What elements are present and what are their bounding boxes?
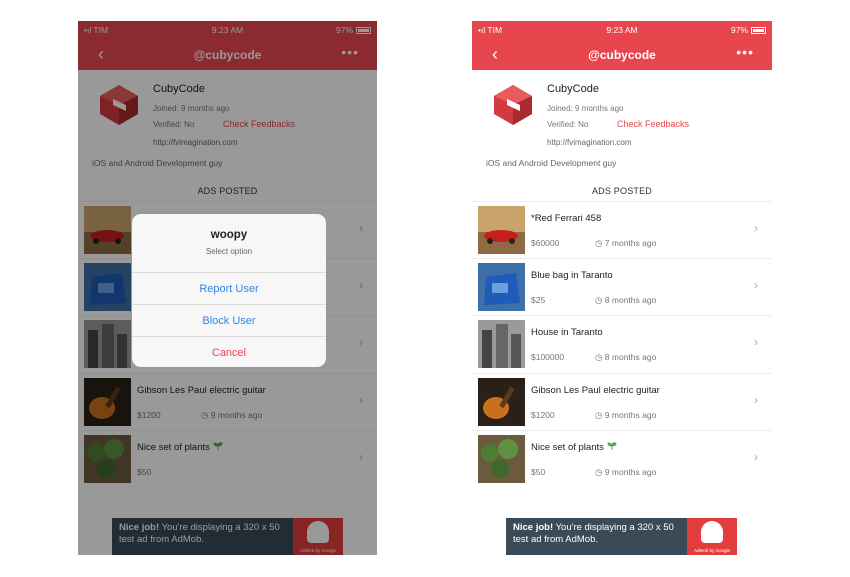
action-sheet-subtitle: Select option	[205, 247, 253, 256]
ad-price: $25	[531, 295, 546, 305]
admob-icon	[701, 521, 723, 543]
sprout-icon	[607, 442, 617, 450]
profile-name: CubyCode	[547, 83, 599, 95]
ad-time: ◷ 9 months ago	[595, 467, 657, 477]
blue-bag-thumbnail	[478, 263, 525, 311]
page-title: @cubycode	[588, 48, 656, 62]
ad-title: Blue bag in Taranto	[531, 270, 613, 281]
ads-posted-heading: ADS POSTED	[591, 186, 652, 196]
clock-icon: ◷	[595, 238, 603, 248]
nav-bar: ‹ @cubycode •••	[472, 39, 772, 70]
clock-icon: ◷	[595, 352, 603, 362]
chevron-right-icon: ›	[754, 278, 758, 292]
ferrari-thumbnail	[478, 206, 525, 254]
chevron-right-icon: ›	[754, 221, 758, 235]
cubycode-logo	[494, 85, 532, 125]
ad-title: Nice set of plants	[531, 442, 617, 453]
battery-icon	[751, 26, 766, 34]
clock-label: 9:23 AM	[606, 25, 638, 35]
plants-thumbnail	[478, 435, 525, 483]
clock-icon: ◷	[595, 410, 603, 420]
report-user-button[interactable]: Report User	[132, 272, 326, 304]
ad-price: $100000	[531, 352, 565, 362]
ad-row-plants[interactable]: Nice set of plants $50 ◷ 9 months ago ›	[472, 430, 772, 487]
ad-price: $60000	[531, 238, 560, 248]
ad-row-ferrari[interactable]: *Red Ferrari 458 $60000 ◷ 7 months ago ›	[472, 201, 772, 258]
ad-time: ◷ 7 months ago	[595, 238, 657, 248]
phone-screen-right: •ıl TIM 9:23 AM 97% ‹ @cubycode ••• Cuby…	[472, 21, 772, 555]
profile-bio: iOS and Android Development guy	[486, 158, 617, 168]
admob-banner[interactable]: Nice job! You're displaying a 320 x 50 t…	[506, 518, 737, 555]
battery-label: 97%	[730, 25, 748, 35]
chevron-right-icon: ›	[754, 335, 758, 349]
battery-status: 97%	[731, 25, 766, 35]
action-sheet: woopy Select option Report User Block Us…	[132, 214, 326, 367]
ad-row-house[interactable]: House in Taranto $100000 ◷ 8 months ago …	[472, 315, 772, 372]
ad-price: $1200	[531, 410, 555, 420]
action-sheet-title: woopy	[210, 229, 248, 241]
verified-status: Verified: No	[547, 120, 589, 129]
ad-time: ◷ 8 months ago	[595, 352, 657, 362]
ad-price: $50	[531, 467, 546, 477]
cancel-button[interactable]: Cancel	[132, 336, 326, 367]
banner-text: Nice job! You're displaying a 320 x 50 t…	[513, 522, 674, 545]
ad-title: House in Taranto	[531, 327, 603, 338]
admob-logo: AdMob by Google	[687, 518, 737, 555]
status-bar: •ıl TIM 9:23 AM 97%	[472, 21, 772, 39]
ad-title: *Red Ferrari 458	[531, 213, 602, 224]
check-feedbacks-link[interactable]: Check Feedbacks	[617, 119, 689, 129]
ad-row-guitar[interactable]: Gibson Les Paul electric guitar $1200 ◷ …	[472, 373, 772, 430]
more-options-button[interactable]: •••	[736, 44, 754, 60]
clock-icon: ◷	[595, 295, 603, 305]
ad-time: ◷ 8 months ago	[595, 295, 657, 305]
block-user-button[interactable]: Block User	[132, 304, 326, 336]
ad-time: ◷ 9 months ago	[595, 410, 657, 420]
phone-screen-left: •ıl TIM 9:23 AM 97% ‹ @cubycode ••• Cuby…	[78, 21, 377, 555]
house-thumbnail	[478, 320, 525, 368]
ad-title: Gibson Les Paul electric guitar	[531, 385, 660, 396]
chevron-right-icon: ›	[754, 393, 758, 407]
website-link[interactable]: http://fvimagination.com	[547, 138, 631, 147]
clock-icon: ◷	[595, 467, 603, 477]
chevron-right-icon: ›	[754, 450, 758, 464]
ad-row-blue-bag[interactable]: Blue bag in Taranto $25 ◷ 8 months ago ›	[472, 258, 772, 315]
joined-date: Joined: 9 months ago	[547, 104, 624, 113]
guitar-thumbnail	[478, 378, 525, 426]
